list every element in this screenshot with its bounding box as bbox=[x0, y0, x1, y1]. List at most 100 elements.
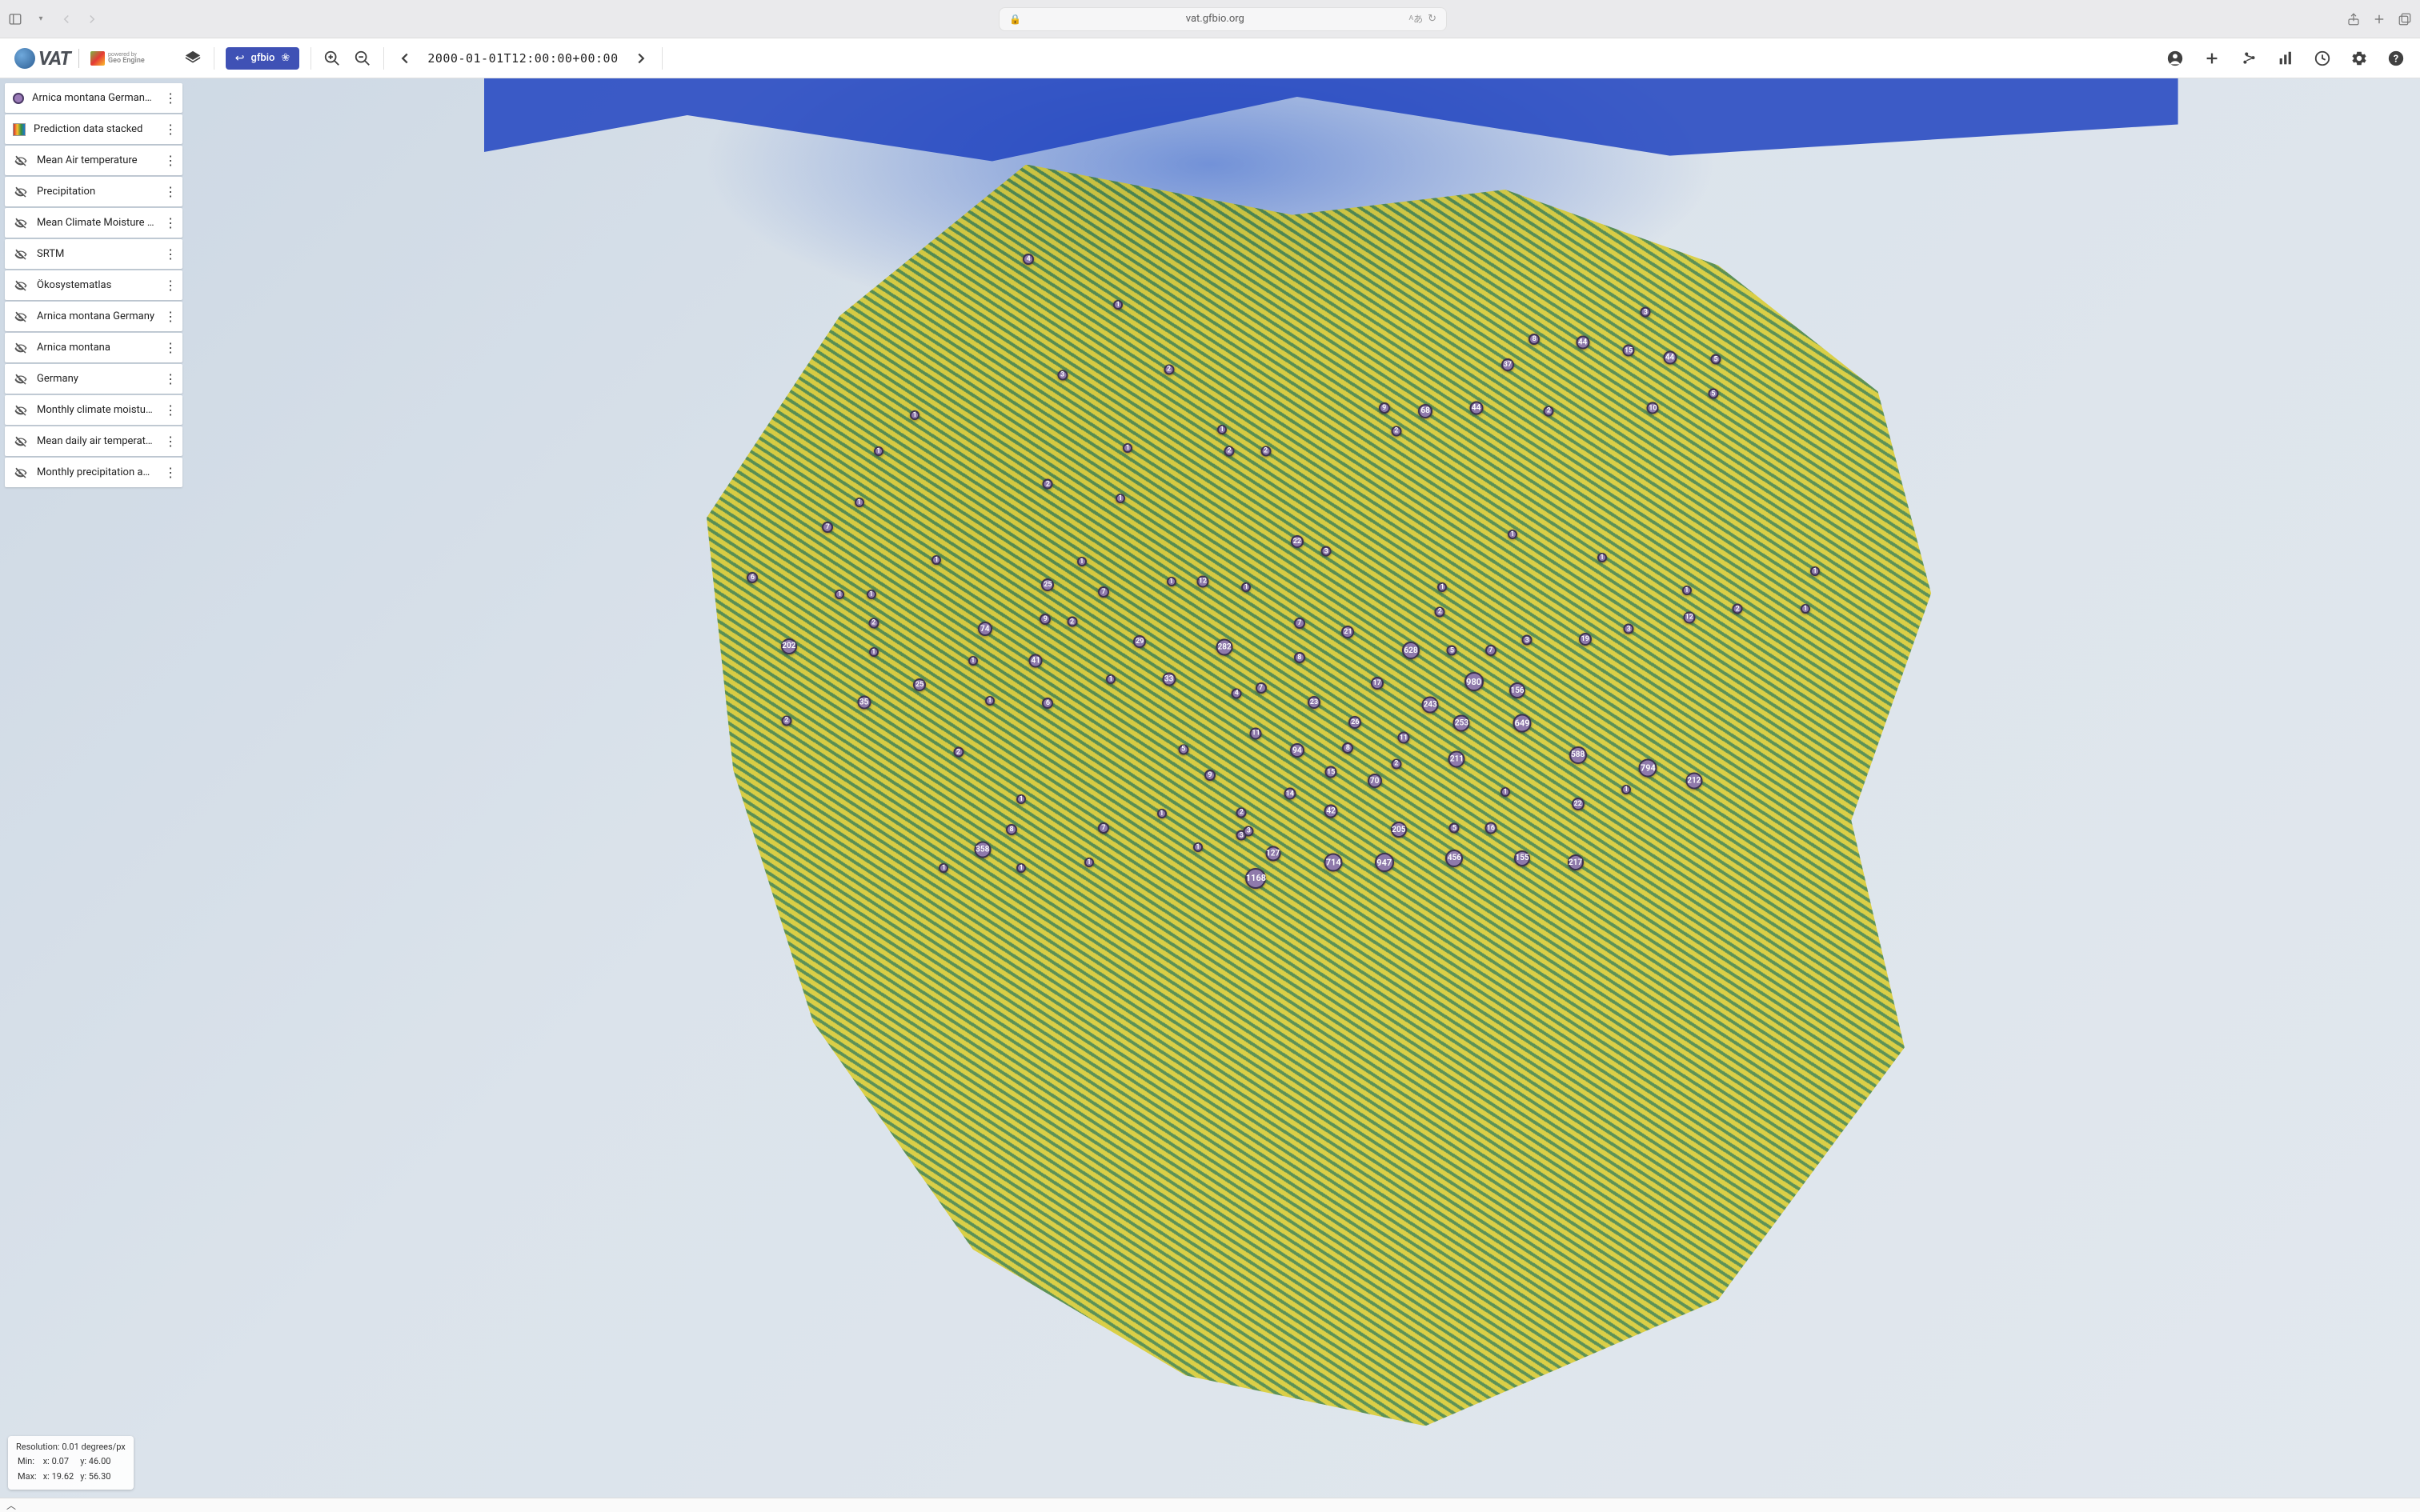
layer-more-icon[interactable]: ⋮ bbox=[163, 371, 178, 386]
cluster-marker[interactable]: 1 bbox=[835, 590, 844, 599]
visibility-off-icon[interactable] bbox=[13, 402, 29, 418]
cluster-marker[interactable]: 211 bbox=[1448, 751, 1465, 768]
cluster-marker[interactable]: 2 bbox=[1224, 446, 1235, 456]
cluster-marker[interactable]: 7 bbox=[1098, 586, 1109, 598]
time-config-icon[interactable] bbox=[2313, 49, 2332, 68]
cluster-marker[interactable]: 3 bbox=[1244, 826, 1254, 836]
cluster-marker[interactable]: 11 bbox=[1250, 727, 1262, 739]
cluster-marker[interactable]: 212 bbox=[1685, 773, 1702, 790]
nav-back-icon[interactable] bbox=[59, 12, 74, 26]
cluster-marker[interactable]: 70 bbox=[1368, 774, 1382, 788]
chevron-down-icon[interactable]: ▾ bbox=[34, 12, 48, 26]
layer-item[interactable]: Arnica montana German…⋮ bbox=[5, 83, 182, 113]
cluster-marker[interactable]: 68 bbox=[1418, 404, 1432, 418]
cluster-marker[interactable]: 7 bbox=[1098, 822, 1109, 834]
cluster-marker[interactable]: 2 bbox=[781, 715, 791, 726]
zoom-in-icon[interactable] bbox=[323, 49, 342, 68]
layer-item[interactable]: Precipitation⋮ bbox=[5, 177, 182, 206]
translate-icon[interactable]: ᴬあ bbox=[1409, 12, 1423, 26]
gfbio-back-button[interactable]: ↩ gfbio ❀ bbox=[226, 47, 300, 70]
cluster-marker[interactable]: 1 bbox=[1508, 530, 1517, 539]
visibility-off-icon[interactable] bbox=[13, 215, 29, 231]
visibility-off-icon[interactable] bbox=[13, 465, 29, 481]
cluster-marker[interactable]: 7 bbox=[1256, 682, 1267, 694]
layer-more-icon[interactable]: ⋮ bbox=[163, 434, 178, 449]
cluster-marker[interactable]: 243 bbox=[1422, 697, 1439, 714]
cluster-marker[interactable]: 35 bbox=[857, 695, 871, 709]
cluster-marker[interactable]: 2 bbox=[1067, 617, 1077, 627]
layer-item[interactable]: Mean daily air temperatu…⋮ bbox=[5, 426, 182, 456]
cluster-marker[interactable]: 2 bbox=[1733, 604, 1743, 614]
cluster-marker[interactable]: 33 bbox=[1162, 672, 1176, 686]
time-prev-icon[interactable] bbox=[395, 49, 415, 68]
layer-more-icon[interactable]: ⋮ bbox=[163, 340, 178, 355]
cluster-marker[interactable]: 41 bbox=[1029, 654, 1043, 667]
cluster-marker[interactable]: 980 bbox=[1464, 672, 1484, 691]
cluster-marker[interactable]: 1 bbox=[1123, 443, 1132, 453]
cluster-marker[interactable]: 25 bbox=[913, 678, 926, 691]
layer-item[interactable]: Mean Air temperature⋮ bbox=[5, 146, 182, 175]
layer-more-icon[interactable]: ⋮ bbox=[163, 184, 178, 199]
cluster-marker[interactable]: 44 bbox=[1663, 351, 1677, 365]
cluster-marker[interactable]: 947 bbox=[1375, 853, 1394, 872]
cluster-marker[interactable]: 26 bbox=[1348, 716, 1361, 729]
cluster-marker[interactable]: 2 bbox=[1260, 446, 1271, 456]
cluster-marker[interactable]: 1 bbox=[1084, 858, 1094, 867]
cluster-marker[interactable]: 2 bbox=[1391, 758, 1401, 769]
cluster-marker[interactable]: 1 bbox=[1241, 582, 1251, 592]
cluster-marker[interactable]: 2 bbox=[1043, 479, 1053, 490]
cluster-marker[interactable]: 74 bbox=[978, 622, 992, 636]
cluster-marker[interactable]: 253 bbox=[1453, 715, 1470, 732]
cluster-marker[interactable]: 714 bbox=[1324, 854, 1343, 872]
cluster-marker[interactable]: 21 bbox=[1341, 626, 1354, 638]
cluster-marker[interactable]: 1 bbox=[985, 696, 995, 706]
cluster-marker[interactable]: 1 bbox=[1077, 557, 1087, 566]
cluster-marker[interactable]: 16 bbox=[1484, 822, 1496, 834]
layer-item[interactable]: SRTM⋮ bbox=[5, 239, 182, 269]
cluster-marker[interactable]: 2 bbox=[1236, 807, 1247, 818]
cluster-marker[interactable]: 6 bbox=[1042, 698, 1053, 709]
cluster-marker[interactable]: 1 bbox=[1016, 794, 1026, 804]
visibility-off-icon[interactable] bbox=[13, 434, 29, 450]
cluster-marker[interactable]: 15 bbox=[1325, 766, 1337, 778]
cluster-marker[interactable]: 8 bbox=[1342, 742, 1353, 754]
add-icon[interactable] bbox=[2202, 49, 2222, 68]
timestamp-display[interactable]: 2000-01-01T12:00:00+00:00 bbox=[427, 51, 618, 66]
cluster-marker[interactable]: 7 bbox=[1485, 645, 1496, 656]
cluster-marker[interactable]: 1 bbox=[1113, 300, 1123, 310]
cluster-marker[interactable]: 1 bbox=[1801, 604, 1810, 614]
cluster-marker[interactable]: 2 bbox=[1164, 364, 1174, 374]
cluster-marker[interactable]: 44 bbox=[1469, 402, 1483, 415]
sidebar-toggle-icon[interactable] bbox=[8, 12, 22, 26]
cluster-marker[interactable]: 649 bbox=[1513, 714, 1532, 733]
cluster-marker[interactable]: 1 bbox=[1116, 494, 1125, 503]
cluster-marker[interactable]: 14 bbox=[1284, 788, 1296, 800]
cluster-marker[interactable]: 3 bbox=[1624, 624, 1634, 634]
layer-more-icon[interactable]: ⋮ bbox=[163, 122, 178, 137]
cluster-marker[interactable]: 628 bbox=[1402, 642, 1420, 659]
cluster-marker[interactable]: 11 bbox=[1397, 732, 1409, 744]
cluster-marker[interactable]: 3 bbox=[1057, 370, 1068, 380]
layer-item[interactable]: Arnica montana⋮ bbox=[5, 333, 182, 362]
cluster-marker[interactable]: 1 bbox=[939, 863, 948, 873]
cluster-marker[interactable]: 156 bbox=[1509, 682, 1525, 698]
cluster-marker[interactable]: 1 bbox=[1217, 425, 1227, 434]
cluster-marker[interactable]: 3 bbox=[1641, 307, 1651, 318]
layer-more-icon[interactable]: ⋮ bbox=[163, 309, 178, 324]
layer-item[interactable]: Arnica montana Germany⋮ bbox=[5, 302, 182, 331]
account-icon[interactable] bbox=[2166, 49, 2185, 68]
reload-icon[interactable]: ↻ bbox=[1428, 13, 1436, 25]
tabs-overview-icon[interactable] bbox=[2398, 12, 2412, 26]
cluster-marker[interactable]: 5 bbox=[1708, 389, 1718, 399]
cluster-marker[interactable]: 1 bbox=[869, 647, 879, 657]
cluster-marker[interactable]: 8 bbox=[1294, 652, 1305, 663]
cluster-marker[interactable]: 17 bbox=[1371, 677, 1384, 690]
layer-more-icon[interactable]: ⋮ bbox=[163, 153, 178, 168]
cluster-marker[interactable]: 282 bbox=[1216, 639, 1233, 656]
cluster-marker[interactable]: 29 bbox=[1133, 635, 1146, 648]
visibility-off-icon[interactable] bbox=[13, 309, 29, 325]
cluster-marker[interactable]: 9 bbox=[1204, 770, 1216, 781]
cluster-marker[interactable]: 3 bbox=[1321, 546, 1332, 557]
cluster-marker[interactable]: 19 bbox=[1579, 633, 1592, 646]
cluster-marker[interactable]: 1 bbox=[968, 656, 978, 666]
